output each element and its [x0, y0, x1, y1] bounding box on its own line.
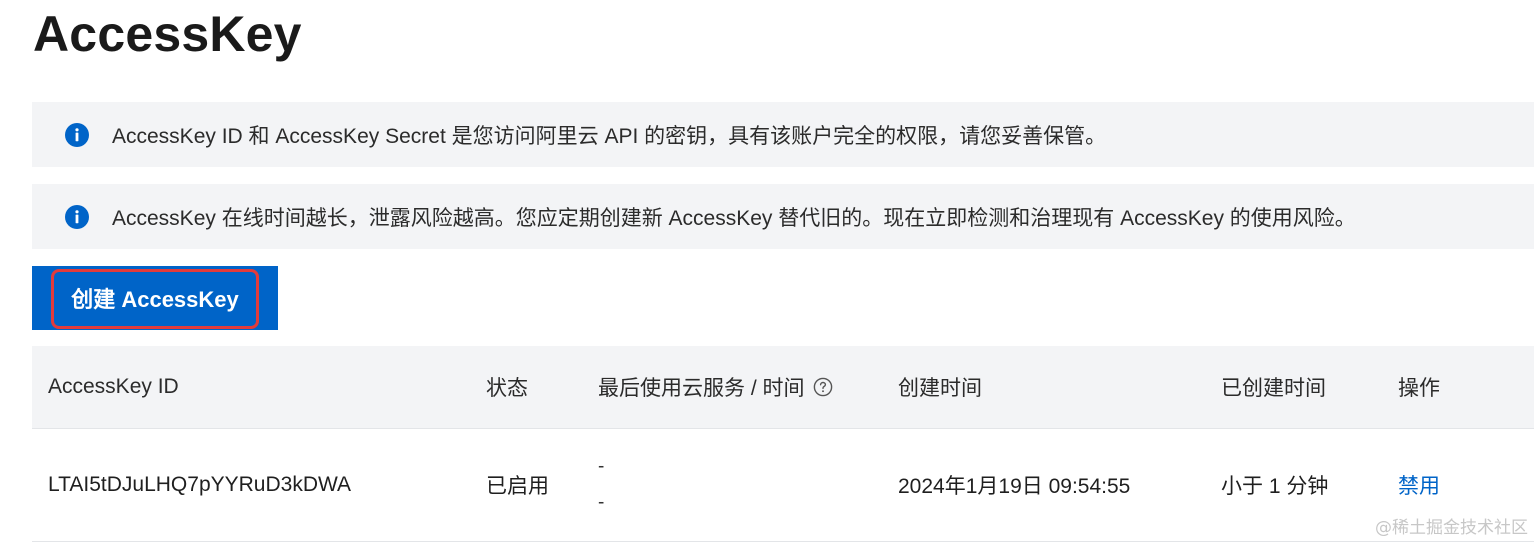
last-used-time: -	[598, 492, 605, 513]
column-header-status: 状态	[486, 377, 528, 400]
last-used-service: -	[598, 456, 605, 477]
info-alert-risk: AccessKey 在线时间越长，泄露风险越高。您应定期创建新 AccessKe…	[32, 184, 1534, 249]
table-header: AccessKey ID 状态 最后使用云服务 / 时间 创建时间 已创建时间 …	[32, 346, 1534, 429]
accesskey-table: AccessKey ID 状态 最后使用云服务 / 时间 创建时间 已创建时间 …	[32, 346, 1534, 542]
create-accesskey-button[interactable]: 创建 AccessKey	[32, 266, 278, 330]
create-accesskey-label: 创建 AccessKey	[71, 287, 239, 312]
accesskey-id-cell: LTAI5tDJuLHQ7pYYRuD3kDWA	[48, 473, 352, 496]
info-icon	[65, 204, 89, 229]
column-header-created-at: 创建时间	[898, 377, 982, 400]
alert-text: AccessKey ID 和 AccessKey Secret 是您访问阿里云 …	[112, 124, 1107, 148]
created-at-cell: 2024年1月19日 09:54:55	[898, 475, 1131, 498]
column-header-accesskey-id: AccessKey ID	[48, 375, 179, 398]
watermark: @稀土掘金技术社区	[1375, 518, 1528, 538]
table-row: LTAI5tDJuLHQ7pYYRuD3kDWA 已启用 - - 2024年1月…	[32, 429, 1534, 542]
disable-link[interactable]: 禁用	[1398, 470, 1440, 500]
age-cell: 小于 1 分钟	[1221, 475, 1329, 498]
alert-text: AccessKey 在线时间越长，泄露风险越高。您应定期创建新 AccessKe…	[112, 206, 1356, 230]
page-title: AccessKey	[33, 6, 302, 62]
status-cell: 已启用	[486, 475, 549, 498]
help-icon[interactable]	[813, 377, 833, 397]
info-icon	[65, 122, 89, 147]
column-header-age: 已创建时间	[1221, 377, 1326, 400]
last-used-cell: - -	[598, 429, 604, 541]
info-alert-secret: AccessKey ID 和 AccessKey Secret 是您访问阿里云 …	[32, 102, 1534, 167]
column-header-last-used-label: 最后使用云服务 / 时间	[598, 377, 805, 400]
column-header-last-used: 最后使用云服务 / 时间	[598, 346, 833, 428]
column-header-actions: 操作	[1398, 377, 1440, 400]
